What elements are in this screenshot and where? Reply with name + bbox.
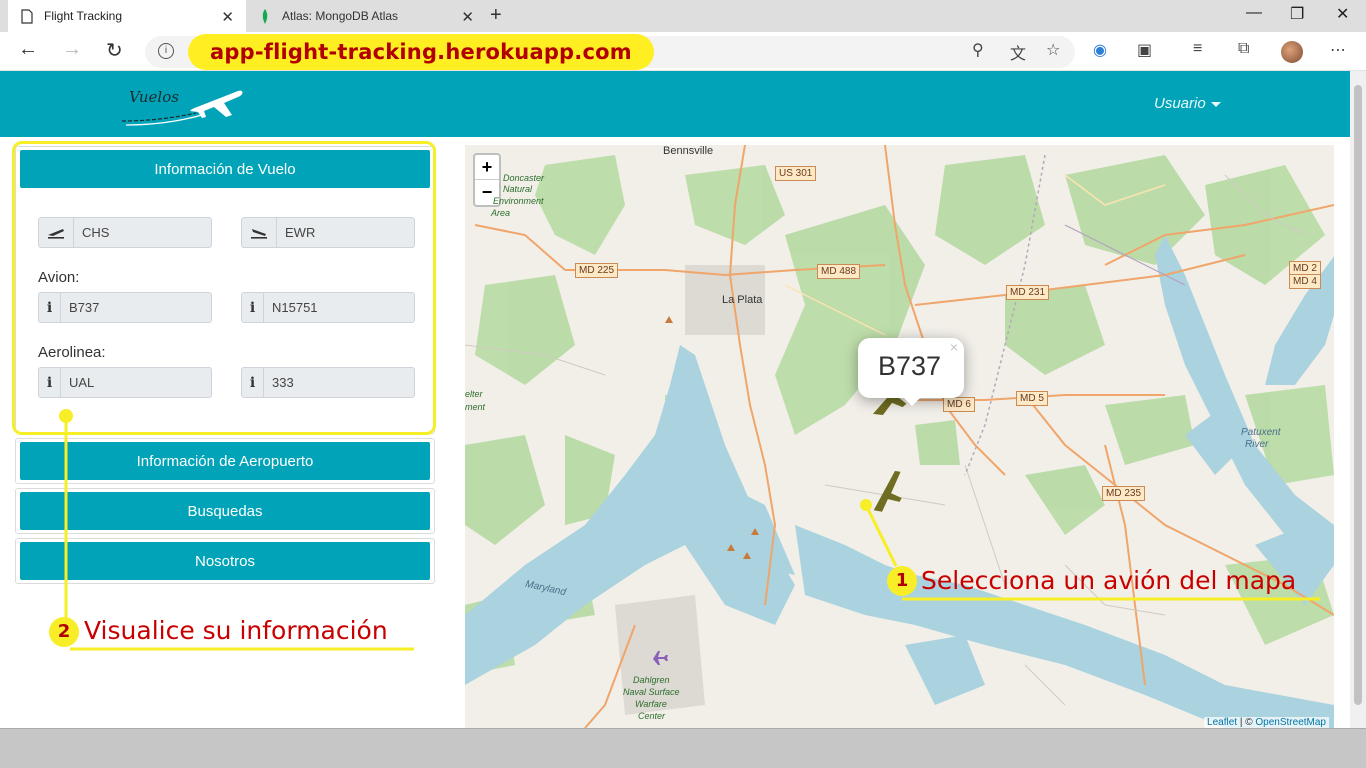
search-button[interactable]: Busquedas xyxy=(20,492,430,530)
road-label-md4: MD 4 xyxy=(1289,274,1321,289)
favorite-star-icon[interactable]: ☆ xyxy=(1046,40,1060,60)
user-menu-dropdown[interactable]: Usuario xyxy=(1154,95,1221,112)
step-2-badge: 2 xyxy=(49,617,79,647)
attribution-separator: | © xyxy=(1237,717,1256,728)
leaflet-map[interactable]: + − US 301 MD 225 MD 488 MD 231 MD 2 MD … xyxy=(465,145,1334,728)
place-patuxent: Patuxent xyxy=(1241,427,1281,438)
flight-info-highlight xyxy=(12,141,436,435)
place-bennsville: Bennsville xyxy=(663,145,714,157)
close-tab-icon[interactable]: ✕ xyxy=(461,8,474,26)
favorites-list-icon[interactable]: ≡ xyxy=(1193,40,1202,58)
leaflet-link[interactable]: Leaflet xyxy=(1207,717,1237,728)
about-button[interactable]: Nosotros xyxy=(20,542,430,580)
page-scrollbar[interactable] xyxy=(1350,71,1366,728)
road-label-md235: MD 235 xyxy=(1102,486,1146,501)
refresh-icon[interactable]: ↻ xyxy=(106,38,123,63)
minimize-icon[interactable]: — xyxy=(1246,4,1262,22)
brand-logo[interactable]: Vuelos xyxy=(120,81,245,129)
url-text[interactable]: app-flight-tracking.herokuapp.com xyxy=(210,40,632,64)
airport-info-card: Información de Aeropuerto xyxy=(15,438,435,484)
back-icon[interactable]: ← xyxy=(18,38,38,61)
search-card: Busquedas xyxy=(15,488,435,534)
place-dahlgren: Dahlgren xyxy=(633,675,670,685)
restore-icon[interactable]: ❐ xyxy=(1290,4,1304,24)
scrollbar-thumb[interactable] xyxy=(1354,85,1362,705)
place-river: River xyxy=(1245,439,1269,450)
app-header: Vuelos Usuario xyxy=(0,71,1350,137)
road-label-md231: MD 231 xyxy=(1006,285,1050,300)
translate-icon[interactable]: 文 xyxy=(1010,40,1026,64)
place-la-plata: La Plata xyxy=(722,294,763,306)
road-label-us301: US 301 xyxy=(775,166,817,181)
park-label-1: Doncaster xyxy=(503,173,545,183)
close-tab-icon[interactable]: ✕ xyxy=(221,8,234,26)
location-icon[interactable]: ⚲ xyxy=(972,40,984,60)
taskbar xyxy=(0,728,1366,768)
place-warfare: Warfare xyxy=(635,699,667,709)
park-label-4: Area xyxy=(491,208,511,218)
place-center: Center xyxy=(638,711,666,721)
popup-text: B737 xyxy=(878,351,942,381)
road-label-md488: MD 488 xyxy=(817,264,861,279)
popup-close-icon[interactable]: × xyxy=(950,339,958,355)
park-label-3: Environment xyxy=(493,196,544,206)
mongodb-leaf-icon xyxy=(258,8,272,24)
airport-info-button[interactable]: Información de Aeropuerto xyxy=(20,442,430,480)
park-label-5: elter xyxy=(465,389,483,399)
tab-flight-tracking[interactable]: Flight Tracking ✕ xyxy=(8,0,246,32)
zoom-in-button[interactable]: + xyxy=(475,155,499,180)
aircraft-popup: B737 × xyxy=(858,338,964,406)
map-attribution: Leaflet | © OpenStreetMap xyxy=(1204,717,1329,728)
road-label-md6: MD 6 xyxy=(943,397,975,412)
page-icon xyxy=(20,8,34,24)
place-naval-surface: Naval Surface xyxy=(623,687,680,697)
tab-mongodb-atlas[interactable]: Atlas: MongoDB Atlas ✕ xyxy=(248,0,486,32)
park-label-2: Natural xyxy=(503,184,533,194)
avatar[interactable] xyxy=(1281,41,1303,63)
more-menu-icon[interactable]: ⋯ xyxy=(1330,40,1346,60)
step-1-text: Selecciona un avión del mapa xyxy=(921,566,1297,595)
map-tiles xyxy=(465,145,1334,728)
site-info-icon[interactable]: i xyxy=(158,43,174,59)
road-label-md225: MD 225 xyxy=(575,263,619,278)
road-label-md5: MD 5 xyxy=(1016,391,1048,406)
extension2-icon[interactable]: ▣ xyxy=(1137,40,1152,60)
forward-icon[interactable]: → xyxy=(62,38,82,61)
new-tab-icon[interactable]: + xyxy=(490,4,502,27)
step-1-badge: 1 xyxy=(887,566,917,596)
tab-title: Flight Tracking xyxy=(44,9,123,23)
tab-title: Atlas: MongoDB Atlas xyxy=(282,9,399,23)
step-2-text: Visualice su información xyxy=(84,616,388,645)
collections-icon[interactable]: ⧉ xyxy=(1238,40,1249,58)
close-window-icon[interactable]: ✕ xyxy=(1336,4,1349,24)
osm-link[interactable]: OpenStreetMap xyxy=(1255,717,1326,728)
extension-icon[interactable]: ◉ xyxy=(1093,40,1107,60)
park-label-6: ment xyxy=(465,402,486,412)
popup-tip xyxy=(902,396,922,406)
browser-tab-bar: Flight Tracking ✕ Atlas: MongoDB Atlas ✕… xyxy=(0,0,1366,32)
about-card: Nosotros xyxy=(15,538,435,584)
